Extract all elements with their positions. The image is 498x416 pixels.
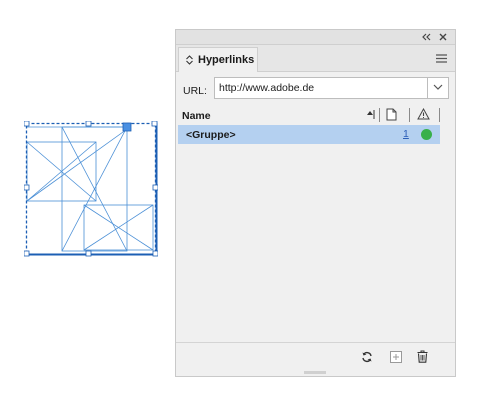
url-label: URL:: [183, 85, 207, 97]
tab-hyperlinks[interactable]: Hyperlinks: [178, 47, 258, 72]
column-separator[interactable]: [439, 108, 440, 122]
up-down-arrows-icon: [186, 55, 193, 65]
panel-tab-row: Hyperlinks: [176, 45, 455, 72]
selected-group-artwork[interactable]: [24, 121, 158, 257]
warning-icon[interactable]: [417, 108, 430, 120]
handle-middle-left[interactable]: [24, 184, 30, 191]
status-ok-indicator: [421, 129, 432, 140]
url-dropdown-button[interactable]: [427, 78, 448, 98]
sort-ascending-icon[interactable]: [366, 109, 375, 119]
panel-title-bar[interactable]: [176, 30, 455, 45]
url-input[interactable]: [215, 78, 427, 98]
hyperlink-anchor-marker[interactable]: [122, 122, 132, 132]
column-name-header[interactable]: Name: [182, 110, 211, 122]
resize-grip[interactable]: [304, 370, 326, 375]
handle-top-right[interactable]: [151, 121, 158, 127]
chevron-down-icon: [433, 84, 443, 90]
hyperlinks-list[interactable]: <Gruppe> 1: [178, 125, 453, 345]
column-separator[interactable]: [379, 108, 380, 122]
panel-bottom-bar: [176, 342, 455, 368]
panel-menu-icon[interactable]: [436, 54, 447, 63]
handle-top-middle[interactable]: [85, 121, 92, 127]
column-separator[interactable]: [409, 108, 410, 122]
list-column-header: Name: [176, 106, 455, 124]
hyperlink-page-link[interactable]: 1: [403, 128, 409, 140]
handle-bottom-middle[interactable]: [85, 250, 92, 257]
handle-top-left[interactable]: [24, 121, 30, 127]
handle-bottom-right[interactable]: [152, 250, 158, 257]
list-item[interactable]: <Gruppe> 1: [178, 125, 440, 144]
group-bounding-box: [25, 122, 157, 256]
page-icon[interactable]: [386, 108, 397, 121]
hyperlinks-panel: Hyperlinks URL: Name: [175, 29, 456, 377]
new-hyperlink-icon[interactable]: [390, 351, 402, 363]
hyperlink-name: <Gruppe>: [186, 129, 236, 141]
trash-icon[interactable]: [417, 350, 428, 363]
handle-bottom-left[interactable]: [24, 250, 30, 257]
tab-title: Hyperlinks: [198, 54, 255, 66]
handle-middle-right[interactable]: [152, 184, 158, 191]
double-chevron-left-icon[interactable]: [421, 31, 433, 43]
refresh-icon[interactable]: [361, 351, 373, 363]
url-combobox[interactable]: [214, 77, 449, 99]
close-icon[interactable]: [437, 31, 449, 43]
